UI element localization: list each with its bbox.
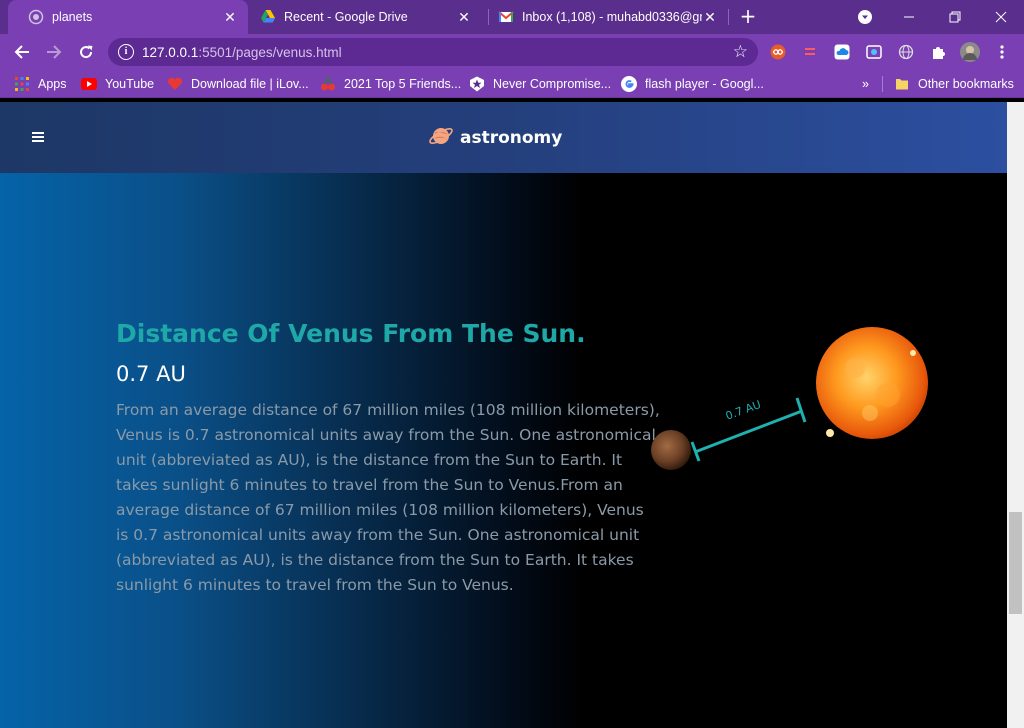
tab-strip: planets ✕ Recent - Google Drive ✕ Inbox … [0,0,1024,34]
star-badge-icon [469,76,485,92]
bookmark-label: flash player - Googl... [645,77,764,91]
tab-separator [488,9,489,25]
section-description: From an average distance of 67 million m… [116,401,660,594]
cloud-extension-icon[interactable] [834,44,850,60]
bookmark-label: Download file | iLov... [191,77,309,91]
tab-separator [728,9,729,25]
sun-image [816,327,928,439]
kebab-menu-icon[interactable] [994,44,1010,60]
planet-logo-icon [428,123,454,153]
cherries-icon [320,76,336,92]
bookmark-other-bookmarks[interactable]: Other bookmarks [894,75,1014,93]
tab-search-icon[interactable] [842,0,888,34]
bookmark-label: 2021 Top 5 Friends... [344,77,462,91]
bookmark-apps[interactable]: Apps [14,75,67,93]
infinity-extension-icon[interactable] [770,44,786,60]
url-text: 127.0.0.1:5501/pages/venus.html [142,44,342,60]
overflow-chevron-icon: » [862,77,869,91]
heart-icon [167,76,183,92]
bookmark-never-compromise[interactable]: Never Compromise... [469,75,611,93]
forward-arrow-icon[interactable] [42,40,66,64]
tab-title: Inbox (1,108) - muhabd0336@gm [522,10,702,24]
bookmark-top-5-friends[interactable]: 2021 Top 5 Friends... [320,75,461,93]
globe-icon [28,9,44,25]
address-bar[interactable]: i 127.0.0.1:5501/pages/venus.html ☆ [108,38,758,66]
close-icon[interactable]: ✕ [222,9,238,25]
site-header: astronomy [0,102,1007,173]
bookmark-youtube[interactable]: YouTube [81,75,154,93]
bookmark-label: Never Compromise... [493,77,612,91]
bookmark-label: Apps [38,77,67,91]
folder-icon [894,76,910,92]
google-drive-icon [260,9,276,25]
site-logo[interactable]: astronomy [428,124,562,152]
restore-icon[interactable] [932,0,978,34]
screen-extension-icon[interactable] [866,44,882,60]
bookmark-flash-player[interactable]: flash player - Googl... [621,75,764,93]
hamburger-menu-icon[interactable] [32,132,44,142]
tab-gmail-inbox[interactable]: Inbox (1,108) - muhabd0336@gm ✕ [490,0,728,34]
browser-toolbar: i 127.0.0.1:5501/pages/venus.html ☆ [0,34,1024,70]
close-icon[interactable]: ✕ [456,9,472,25]
site-info-icon[interactable]: i [118,44,134,60]
apps-grid-icon [14,76,30,92]
stack-extension-icon[interactable] [802,44,818,60]
tab-planets[interactable]: planets ✕ [8,0,248,34]
bookmark-separator [882,76,883,92]
distance-diagram: 0.7 AU [651,327,928,470]
minimize-icon[interactable] [886,0,932,34]
bookmark-label: Other bookmarks [918,77,1014,91]
bookmark-star-icon[interactable]: ☆ [733,42,748,62]
google-icon [621,76,637,92]
close-window-icon[interactable] [978,0,1024,34]
globe-extension-icon[interactable] [898,44,914,60]
bookmarks-overflow-chevron[interactable]: » [862,75,869,93]
distance-value: 0.7 AU [116,362,186,386]
back-arrow-icon[interactable] [10,40,34,64]
venus-image [651,430,691,470]
close-icon[interactable]: ✕ [702,9,718,25]
reload-icon[interactable] [74,40,98,64]
profile-avatar[interactable] [960,42,980,62]
scrollbar-thumb[interactable] [1009,512,1022,614]
brand-name: astronomy [460,128,563,148]
bookmarks-bar: Apps YouTube Download file | iLov... 202… [0,70,1024,98]
bookmark-download-file[interactable]: Download file | iLov... [167,75,309,93]
youtube-icon [81,76,97,92]
tab-google-drive[interactable]: Recent - Google Drive ✕ [250,0,482,34]
puzzle-extensions-icon[interactable] [930,44,946,60]
tab-title: Recent - Google Drive [284,10,408,24]
distance-label: 0.7 AU [724,398,763,423]
page-scrollbar[interactable] [1007,102,1024,728]
section-title: Distance Of Venus From The Sun. [116,319,586,348]
gmail-icon [498,9,514,25]
bookmark-label: YouTube [105,77,155,91]
venus-distance-section: Distance Of Venus From The Sun. 0.7 AU F… [0,173,1007,728]
tab-title: planets [52,10,93,24]
new-tab-button[interactable]: + [738,6,758,27]
